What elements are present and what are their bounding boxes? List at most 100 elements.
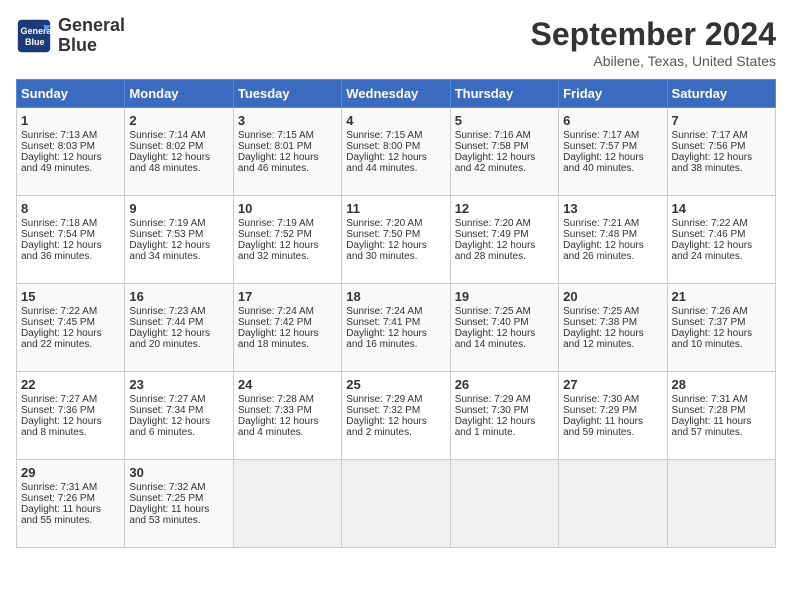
calendar-cell: 5Sunrise: 7:16 AMSunset: 7:58 PMDaylight… [450, 108, 558, 196]
day-info-line: Sunset: 7:42 PM [238, 317, 337, 328]
day-info-line: Sunset: 7:49 PM [455, 229, 554, 240]
calendar-cell: 10Sunrise: 7:19 AMSunset: 7:52 PMDayligh… [233, 196, 341, 284]
day-info-line: and 8 minutes. [21, 427, 120, 438]
calendar-cell [342, 460, 450, 548]
day-number: 30 [129, 465, 228, 480]
calendar-week-row: 8Sunrise: 7:18 AMSunset: 7:54 PMDaylight… [17, 196, 776, 284]
day-info-line: Sunset: 8:00 PM [346, 141, 445, 152]
day-info-line: Daylight: 12 hours [21, 240, 120, 251]
day-info-line: Daylight: 12 hours [238, 328, 337, 339]
day-info-line: Sunrise: 7:31 AM [672, 394, 771, 405]
day-info-line: Daylight: 12 hours [129, 416, 228, 427]
day-info-line: Daylight: 12 hours [672, 328, 771, 339]
day-info-line: Daylight: 12 hours [672, 152, 771, 163]
calendar-cell: 23Sunrise: 7:27 AMSunset: 7:34 PMDayligh… [125, 372, 233, 460]
month-year: September 2024 [531, 16, 776, 53]
day-info-line: Sunset: 8:01 PM [238, 141, 337, 152]
day-info-line: and 1 minute. [455, 427, 554, 438]
day-info-line: Sunset: 7:48 PM [563, 229, 662, 240]
day-info-line: Sunrise: 7:26 AM [672, 306, 771, 317]
day-info-line: Sunrise: 7:15 AM [238, 130, 337, 141]
calendar-cell [233, 460, 341, 548]
calendar-cell: 7Sunrise: 7:17 AMSunset: 7:56 PMDaylight… [667, 108, 775, 196]
day-header-thursday: Thursday [450, 80, 558, 108]
page-header: General Blue General Blue September 2024… [16, 16, 776, 69]
day-info-line: Daylight: 12 hours [238, 240, 337, 251]
day-number: 12 [455, 201, 554, 216]
day-number: 9 [129, 201, 228, 216]
day-number: 14 [672, 201, 771, 216]
day-info-line: Daylight: 12 hours [129, 152, 228, 163]
day-info-line: Sunrise: 7:27 AM [129, 394, 228, 405]
day-info-line: and 10 minutes. [672, 339, 771, 350]
calendar-table: SundayMondayTuesdayWednesdayThursdayFrid… [16, 79, 776, 548]
day-info-line: and 30 minutes. [346, 251, 445, 262]
day-info-line: Daylight: 12 hours [455, 240, 554, 251]
day-info-line: and 32 minutes. [238, 251, 337, 262]
day-info-line: Sunrise: 7:17 AM [563, 130, 662, 141]
day-header-monday: Monday [125, 80, 233, 108]
day-number: 28 [672, 377, 771, 392]
day-info-line: Sunset: 7:53 PM [129, 229, 228, 240]
calendar-week-row: 22Sunrise: 7:27 AMSunset: 7:36 PMDayligh… [17, 372, 776, 460]
calendar-cell: 12Sunrise: 7:20 AMSunset: 7:49 PMDayligh… [450, 196, 558, 284]
calendar-cell: 22 Sunrise: 7:27 AMSunset: 7:36 PMDayligh… [17, 372, 125, 460]
day-info-line: Daylight: 11 hours [21, 504, 120, 515]
day-info-line: and 53 minutes. [129, 515, 228, 526]
logo: General Blue General Blue [16, 16, 125, 56]
day-info-line: Sunrise: 7:30 AM [563, 394, 662, 405]
day-info-line: Sunset: 7:37 PM [672, 317, 771, 328]
day-number: 26 [455, 377, 554, 392]
day-info-line: Sunset: 7:45 PM [21, 317, 120, 328]
day-info-line: Sunset: 7:56 PM [672, 141, 771, 152]
calendar-cell: 26Sunrise: 7:29 AMSunset: 7:30 PMDayligh… [450, 372, 558, 460]
day-info-line: Sunset: 7:34 PM [129, 405, 228, 416]
day-info-line: Sunset: 7:32 PM [346, 405, 445, 416]
day-info-line: Sunset: 7:52 PM [238, 229, 337, 240]
day-info-line: Sunset: 7:57 PM [563, 141, 662, 152]
day-info-line: Sunrise: 7:19 AM [129, 218, 228, 229]
calendar-cell: 2Sunrise: 7:14 AMSunset: 8:02 PMDaylight… [125, 108, 233, 196]
calendar-cell: 25Sunrise: 7:29 AMSunset: 7:32 PMDayligh… [342, 372, 450, 460]
logo-icon: General Blue [16, 18, 52, 54]
day-info-line: Sunset: 7:36 PM [21, 405, 120, 416]
day-info-line: Daylight: 11 hours [129, 504, 228, 515]
day-info-line: Daylight: 12 hours [21, 416, 120, 427]
day-number: 11 [346, 201, 445, 216]
day-info-line: Sunrise: 7:27 AM [21, 394, 120, 405]
day-header-saturday: Saturday [667, 80, 775, 108]
day-info-line: Sunset: 7:54 PM [21, 229, 120, 240]
day-info-line: and 28 minutes. [455, 251, 554, 262]
day-header-friday: Friday [559, 80, 667, 108]
day-info-line: Sunrise: 7:17 AM [672, 130, 771, 141]
day-info-line: Sunrise: 7:22 AM [21, 306, 120, 317]
calendar-cell [450, 460, 558, 548]
day-info-line: Sunset: 7:40 PM [455, 317, 554, 328]
calendar-cell: 30Sunrise: 7:32 AMSunset: 7:25 PMDayligh… [125, 460, 233, 548]
day-number: 22 [21, 377, 120, 392]
day-info-line: Daylight: 12 hours [346, 152, 445, 163]
day-number: 6 [563, 113, 662, 128]
day-info-line: Sunset: 7:33 PM [238, 405, 337, 416]
day-info-line: and 22 minutes. [21, 339, 120, 350]
day-info-line: Sunrise: 7:23 AM [129, 306, 228, 317]
day-info-line: Daylight: 12 hours [563, 152, 662, 163]
logo-line1: General [58, 15, 125, 35]
calendar-cell: 15Sunrise: 7:22 AMSunset: 7:45 PMDayligh… [17, 284, 125, 372]
day-info-line: Sunrise: 7:29 AM [346, 394, 445, 405]
day-number: 16 [129, 289, 228, 304]
calendar-cell [667, 460, 775, 548]
day-info-line: Sunset: 7:30 PM [455, 405, 554, 416]
day-info-line: and 18 minutes. [238, 339, 337, 350]
day-info-line: Sunrise: 7:15 AM [346, 130, 445, 141]
day-header-sunday: Sunday [17, 80, 125, 108]
day-info-line: Daylight: 12 hours [563, 240, 662, 251]
svg-text:Blue: Blue [25, 37, 45, 47]
day-info-line: Sunset: 7:41 PM [346, 317, 445, 328]
day-info-line: Sunrise: 7:13 AM [21, 130, 120, 141]
calendar-cell: 1Sunrise: 7:13 AMSunset: 8:03 PMDaylight… [17, 108, 125, 196]
day-info-line: Daylight: 12 hours [129, 240, 228, 251]
calendar-week-row: 15Sunrise: 7:22 AMSunset: 7:45 PMDayligh… [17, 284, 776, 372]
calendar-cell: 6 Sunrise: 7:17 AMSunset: 7:57 PMDaylight… [559, 108, 667, 196]
day-info-line: Sunrise: 7:32 AM [129, 482, 228, 493]
